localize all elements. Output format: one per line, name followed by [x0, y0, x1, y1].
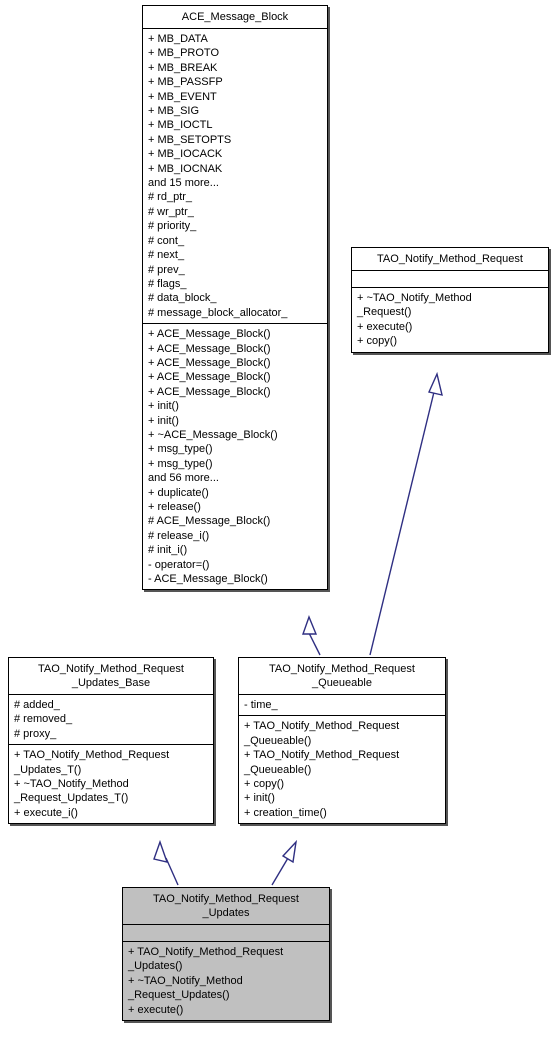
operation-item: - operator=() [148, 558, 210, 571]
attribute-item: + MB_EVENT [148, 90, 217, 103]
attribute-item: + MB_PROTO [148, 47, 220, 60]
attribute-item: # next_ [148, 249, 185, 262]
operation-item: + release() [148, 501, 201, 513]
attribute-item: - time_ [244, 699, 278, 711]
operation-item: + init() [244, 792, 275, 805]
operation-item: + execute() [357, 320, 413, 333]
operation-item: + copy() [244, 778, 285, 791]
attribute-item: + MB_PASSFP [148, 76, 223, 89]
attribute-item: # removed_ [14, 713, 73, 726]
operations-queueable: + TAO_Notify_Method_Request _Queueable()… [239, 716, 445, 823]
operation-item: + ~TAO_Notify_Method _Request_Updates() [128, 974, 243, 1002]
attributes-queueable: - time_ [239, 695, 445, 715]
diagram-canvas: ACE_Message_Block + MB_DATA + MB_PROTO +… [0, 0, 555, 1045]
attributes-updates-base: # added_ # removed_ # proxy_ [9, 695, 213, 744]
operation-item: + msg_type() [148, 443, 213, 456]
class-title-updates: TAO_Notify_Method_Request _Updates [153, 893, 299, 919]
attribute-item: # cont_ [148, 234, 185, 247]
attribute-item: + MB_SETOPTS [148, 133, 232, 146]
operation-item: - ACE_Message_Block() [148, 573, 268, 586]
operation-item: + ACE_Message_Block() [148, 356, 271, 369]
attributes-updates [123, 925, 329, 941]
class-box-tao-notify-method-request[interactable]: TAO_Notify_Method_Request + ~TAO_Notify_… [351, 247, 549, 353]
operation-item: + execute() [128, 1003, 184, 1016]
operation-item: # ACE_Message_Block() [148, 515, 271, 528]
attribute-item: + MB_BREAK [148, 61, 218, 74]
class-title-queueable: TAO_Notify_Method_Request _Queueable [269, 663, 415, 689]
operation-item: + copy() [357, 335, 398, 348]
operation-item: + TAO_Notify_Method_Request _Queueable() [244, 749, 400, 776]
operations-tao-notify-method-request: + ~TAO_Notify_Method _Request() + execut… [352, 288, 548, 352]
operation-item: + ~TAO_Notify_Method _Request_Updates_T(… [14, 778, 129, 805]
operation-item: + execute_i() [14, 806, 78, 819]
operation-item: + TAO_Notify_Method_Request _Updates() [128, 946, 284, 973]
operations-updates: + TAO_Notify_Method_Request _Updates() +… [123, 942, 329, 1020]
class-box-updates[interactable]: TAO_Notify_Method_Request _Updates + TAO… [122, 887, 330, 1022]
attribute-item: # data_block_ [148, 292, 217, 305]
operation-more: and 56 more... [148, 472, 219, 485]
attribute-item: # prev_ [148, 263, 185, 276]
operation-item: + init() [148, 400, 179, 413]
class-box-updates-base[interactable]: TAO_Notify_Method_Request _Updates_Base … [8, 657, 214, 825]
class-title-tao-notify-method-request: TAO_Notify_Method_Request [377, 253, 523, 265]
operation-item: + init() [148, 414, 179, 427]
operation-item: # release_i() [148, 529, 210, 542]
operations-ace-message-block: + ACE_Message_Block() + ACE_Message_Bloc… [143, 324, 327, 589]
edge-updates-to-updates-base [153, 839, 179, 886]
operation-item: + ACE_Message_Block() [148, 342, 271, 355]
attribute-item: + MB_IOCACK [148, 148, 223, 161]
operation-item: + TAO_Notify_Method_Request _Queueable() [244, 720, 400, 747]
attribute-item: # priority_ [148, 220, 197, 233]
attribute-item: # wr_ptr_ [148, 205, 194, 218]
attributes-ace-message-block: + MB_DATA + MB_PROTO + MB_BREAK + MB_PAS… [143, 29, 327, 323]
operation-item: + ~TAO_Notify_Method _Request() [357, 292, 472, 319]
attribute-item: + MB_IOCTL [148, 119, 213, 132]
operation-item: + ~ACE_Message_Block() [148, 428, 278, 441]
attribute-item: + MB_SIG [148, 105, 200, 118]
operations-updates-base: + TAO_Notify_Method_Request _Updates_T()… [9, 745, 213, 823]
edge-updates-to-queueable [271, 839, 298, 886]
attribute-item: + MB_IOCNAK [148, 162, 223, 175]
operation-item: + msg_type() [148, 457, 213, 470]
operation-item: + duplicate() [148, 486, 209, 499]
class-box-ace-message-block[interactable]: ACE_Message_Block + MB_DATA + MB_PROTO +… [142, 5, 328, 591]
attribute-item: # proxy_ [14, 727, 57, 740]
operation-item: + ACE_Message_Block() [148, 328, 271, 341]
class-box-queueable[interactable]: TAO_Notify_Method_Request _Queueable - t… [238, 657, 446, 825]
attribute-item: # message_block_allocator_ [148, 306, 288, 319]
attribute-item: # added_ [14, 699, 60, 711]
attribute-item: + MB_DATA [148, 33, 208, 45]
edge-queueable-to-ace-message-block [302, 615, 321, 656]
operation-item: # init_i() [148, 544, 188, 557]
attributes-tao-notify-method-request [352, 271, 548, 287]
class-title-updates-base: TAO_Notify_Method_Request _Updates_Base [38, 663, 184, 689]
operation-item: + ACE_Message_Block() [148, 371, 271, 384]
operation-item: + TAO_Notify_Method_Request _Updates_T() [14, 749, 170, 776]
attribute-item: # flags_ [148, 277, 187, 290]
operation-item: + ACE_Message_Block() [148, 385, 271, 398]
edge-queueable-to-method-request [369, 371, 443, 656]
attribute-item: # rd_ptr_ [148, 191, 193, 204]
class-title-ace-message-block: ACE_Message_Block [181, 11, 289, 23]
operation-item: + creation_time() [244, 806, 327, 819]
attribute-more: and 15 more... [148, 177, 219, 190]
